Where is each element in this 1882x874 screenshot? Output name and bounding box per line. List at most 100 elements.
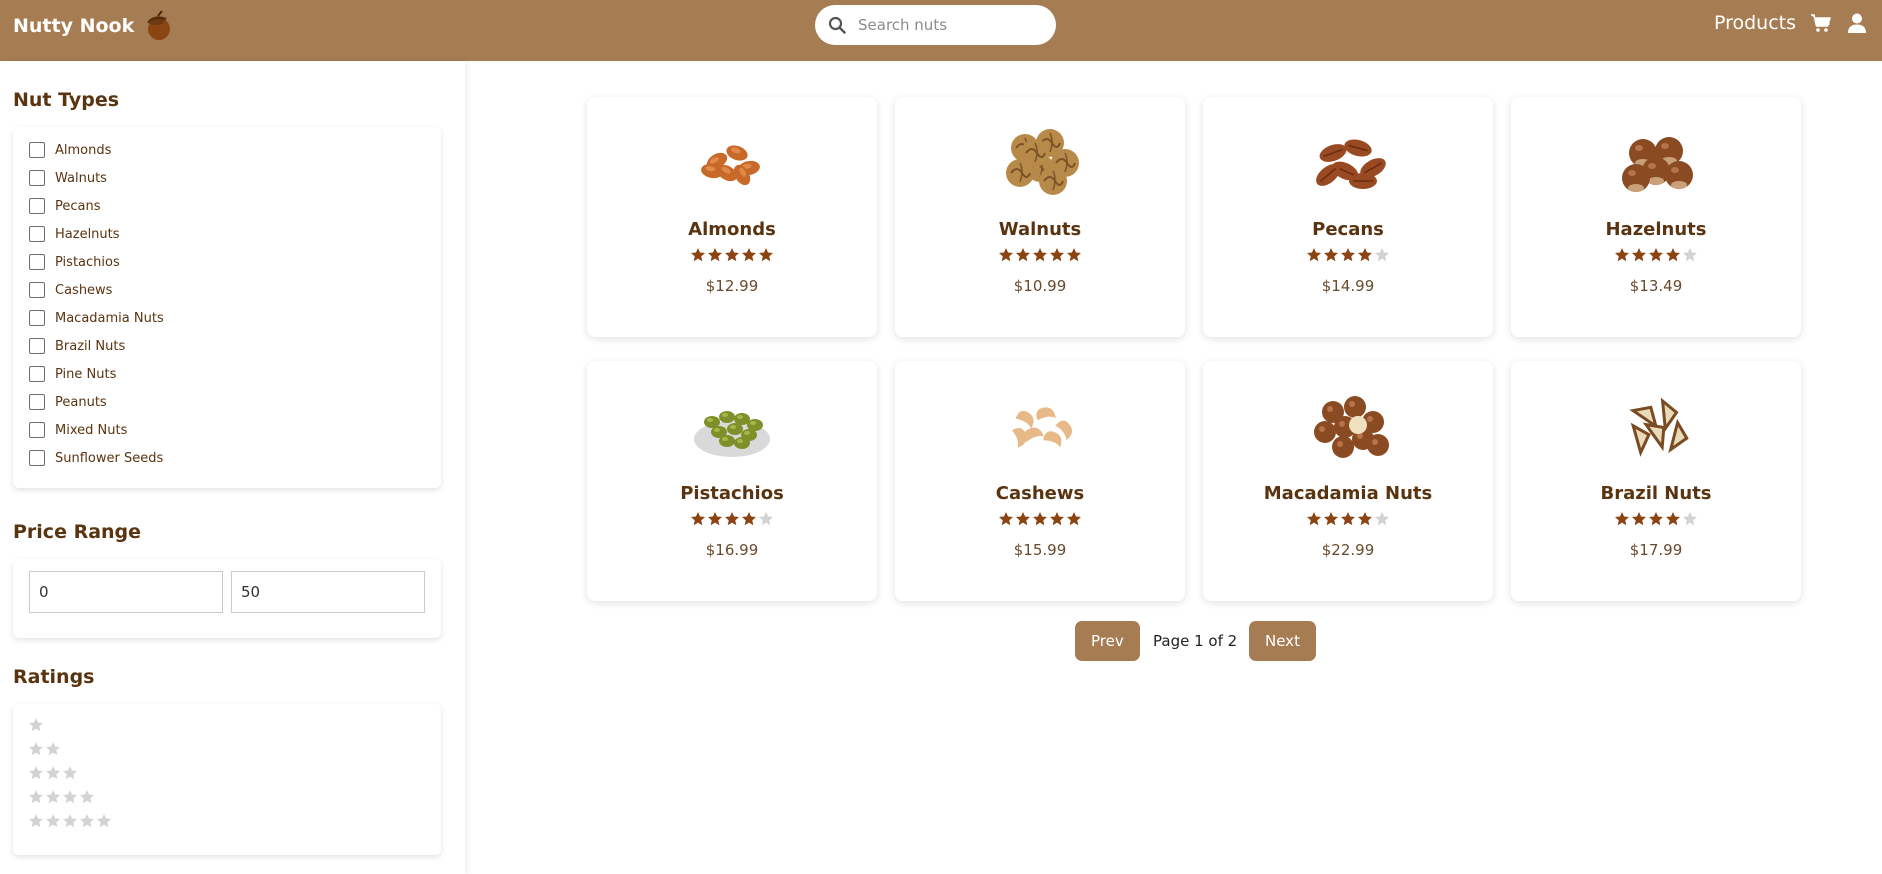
star-filled-icon <box>1341 248 1355 262</box>
star-filled-icon <box>999 248 1013 262</box>
rating-filter-2[interactable] <box>28 741 61 757</box>
star-filled-icon <box>999 512 1013 526</box>
price-max-input[interactable] <box>231 571 425 613</box>
user-icon[interactable] <box>1846 12 1868 34</box>
product-rating <box>1203 247 1493 263</box>
product-card[interactable]: Cashews $15.99 <box>895 361 1185 601</box>
filter-pecans[interactable]: Pecans <box>29 198 101 214</box>
filter-label: Macadamia Nuts <box>55 310 164 326</box>
filter-pine-nuts[interactable]: Pine Nuts <box>29 366 116 382</box>
product-card[interactable]: Almonds $12.99 <box>587 97 877 337</box>
star-filled-icon <box>1050 512 1064 526</box>
checkbox[interactable] <box>29 170 45 186</box>
product-name[interactable]: Pecans <box>1203 219 1493 240</box>
checkbox[interactable] <box>29 422 45 438</box>
star-filled-icon <box>1050 248 1064 262</box>
next-page-button[interactable]: Next <box>1249 621 1316 661</box>
brand-name[interactable]: Nutty Nook <box>13 15 134 37</box>
filter-label: Pecans <box>55 198 101 214</box>
filter-cashews[interactable]: Cashews <box>29 282 112 298</box>
star-filled-icon <box>1649 512 1663 526</box>
pecans-image <box>1303 113 1393 203</box>
filter-sunflower-seeds[interactable]: Sunflower Seeds <box>29 450 163 466</box>
filter-sidebar: Nut Types Almonds Walnuts Pecans Hazelnu… <box>0 61 465 874</box>
product-card[interactable]: Pistachios $16.99 <box>587 361 877 601</box>
filter-label: Peanuts <box>55 394 107 410</box>
star-icon <box>29 766 43 780</box>
checkbox[interactable] <box>29 254 45 270</box>
nut-types-panel: Almonds Walnuts Pecans Hazelnuts Pistach… <box>13 127 441 488</box>
checkbox[interactable] <box>29 198 45 214</box>
rating-filter-3[interactable] <box>28 765 78 781</box>
product-card[interactable]: Hazelnuts $13.49 <box>1511 97 1801 337</box>
star-filled-icon <box>1033 248 1047 262</box>
star-filled-icon <box>1341 512 1355 526</box>
product-card[interactable]: Brazil Nuts $17.99 <box>1511 361 1801 601</box>
brand[interactable]: Nutty Nook <box>13 10 174 42</box>
filter-peanuts[interactable]: Peanuts <box>29 394 107 410</box>
page-indicator: Page 1 of 2 <box>1153 632 1238 650</box>
filter-label: Walnuts <box>55 170 107 186</box>
star-filled-icon <box>1033 512 1047 526</box>
star-empty-icon <box>1683 248 1697 262</box>
product-name[interactable]: Brazil Nuts <box>1511 483 1801 504</box>
product-name[interactable]: Pistachios <box>587 483 877 504</box>
product-name[interactable]: Macadamia Nuts <box>1203 483 1493 504</box>
price-range-title: Price Range <box>13 521 142 543</box>
checkbox[interactable] <box>29 338 45 354</box>
filter-macadamia-nuts[interactable]: Macadamia Nuts <box>29 310 164 326</box>
rating-filter-4[interactable] <box>28 789 95 805</box>
filter-brazil-nuts[interactable]: Brazil Nuts <box>29 338 125 354</box>
filter-pistachios[interactable]: Pistachios <box>29 254 120 270</box>
product-name[interactable]: Walnuts <box>895 219 1185 240</box>
rating-filter-5[interactable] <box>28 813 112 829</box>
star-filled-icon <box>1067 248 1081 262</box>
checkbox[interactable] <box>29 142 45 158</box>
star-filled-icon <box>1615 512 1629 526</box>
filter-walnuts[interactable]: Walnuts <box>29 170 107 186</box>
ratings-panel <box>13 704 441 855</box>
star-icon <box>46 742 60 756</box>
filter-hazelnuts[interactable]: Hazelnuts <box>29 226 120 242</box>
rating-filter-1[interactable] <box>28 717 44 733</box>
search-bar[interactable] <box>815 5 1056 45</box>
checkbox[interactable] <box>29 450 45 466</box>
product-price: $10.99 <box>1013 277 1067 295</box>
star-icon <box>46 790 60 804</box>
macadamia-image <box>1303 377 1393 467</box>
product-name[interactable]: Almonds <box>587 219 877 240</box>
nav-products-link[interactable]: Products <box>1714 12 1796 34</box>
product-rating <box>587 247 877 263</box>
star-icon <box>80 790 94 804</box>
star-filled-icon <box>1632 248 1646 262</box>
checkbox[interactable] <box>29 394 45 410</box>
price-min-input[interactable] <box>29 571 223 613</box>
star-filled-icon <box>1358 512 1372 526</box>
star-filled-icon <box>1615 248 1629 262</box>
product-rating <box>1511 247 1801 263</box>
product-card[interactable]: Pecans $14.99 <box>1203 97 1493 337</box>
product-name[interactable]: Cashews <box>895 483 1185 504</box>
product-name[interactable]: Hazelnuts <box>1511 219 1801 240</box>
checkbox[interactable] <box>29 282 45 298</box>
star-filled-icon <box>725 248 739 262</box>
filter-almonds[interactable]: Almonds <box>29 142 111 158</box>
product-rating <box>1203 511 1493 527</box>
product-card[interactable]: Macadamia Nuts $22.99 <box>1203 361 1493 601</box>
checkbox[interactable] <box>29 366 45 382</box>
star-icon <box>29 718 43 732</box>
pistachios-image <box>687 377 777 467</box>
cart-icon[interactable] <box>1810 12 1832 34</box>
checkbox[interactable] <box>29 310 45 326</box>
header-nav: Products <box>1714 12 1868 34</box>
search-input[interactable] <box>858 16 1038 34</box>
star-empty-icon <box>1683 512 1697 526</box>
checkbox[interactable] <box>29 226 45 242</box>
filter-mixed-nuts[interactable]: Mixed Nuts <box>29 422 127 438</box>
ratings-title: Ratings <box>13 666 95 688</box>
walnuts-image <box>995 113 1085 203</box>
almonds-image <box>687 113 777 203</box>
acorn-icon <box>147 10 171 40</box>
product-card[interactable]: Walnuts $10.99 <box>895 97 1185 337</box>
prev-page-button[interactable]: Prev <box>1075 621 1140 661</box>
